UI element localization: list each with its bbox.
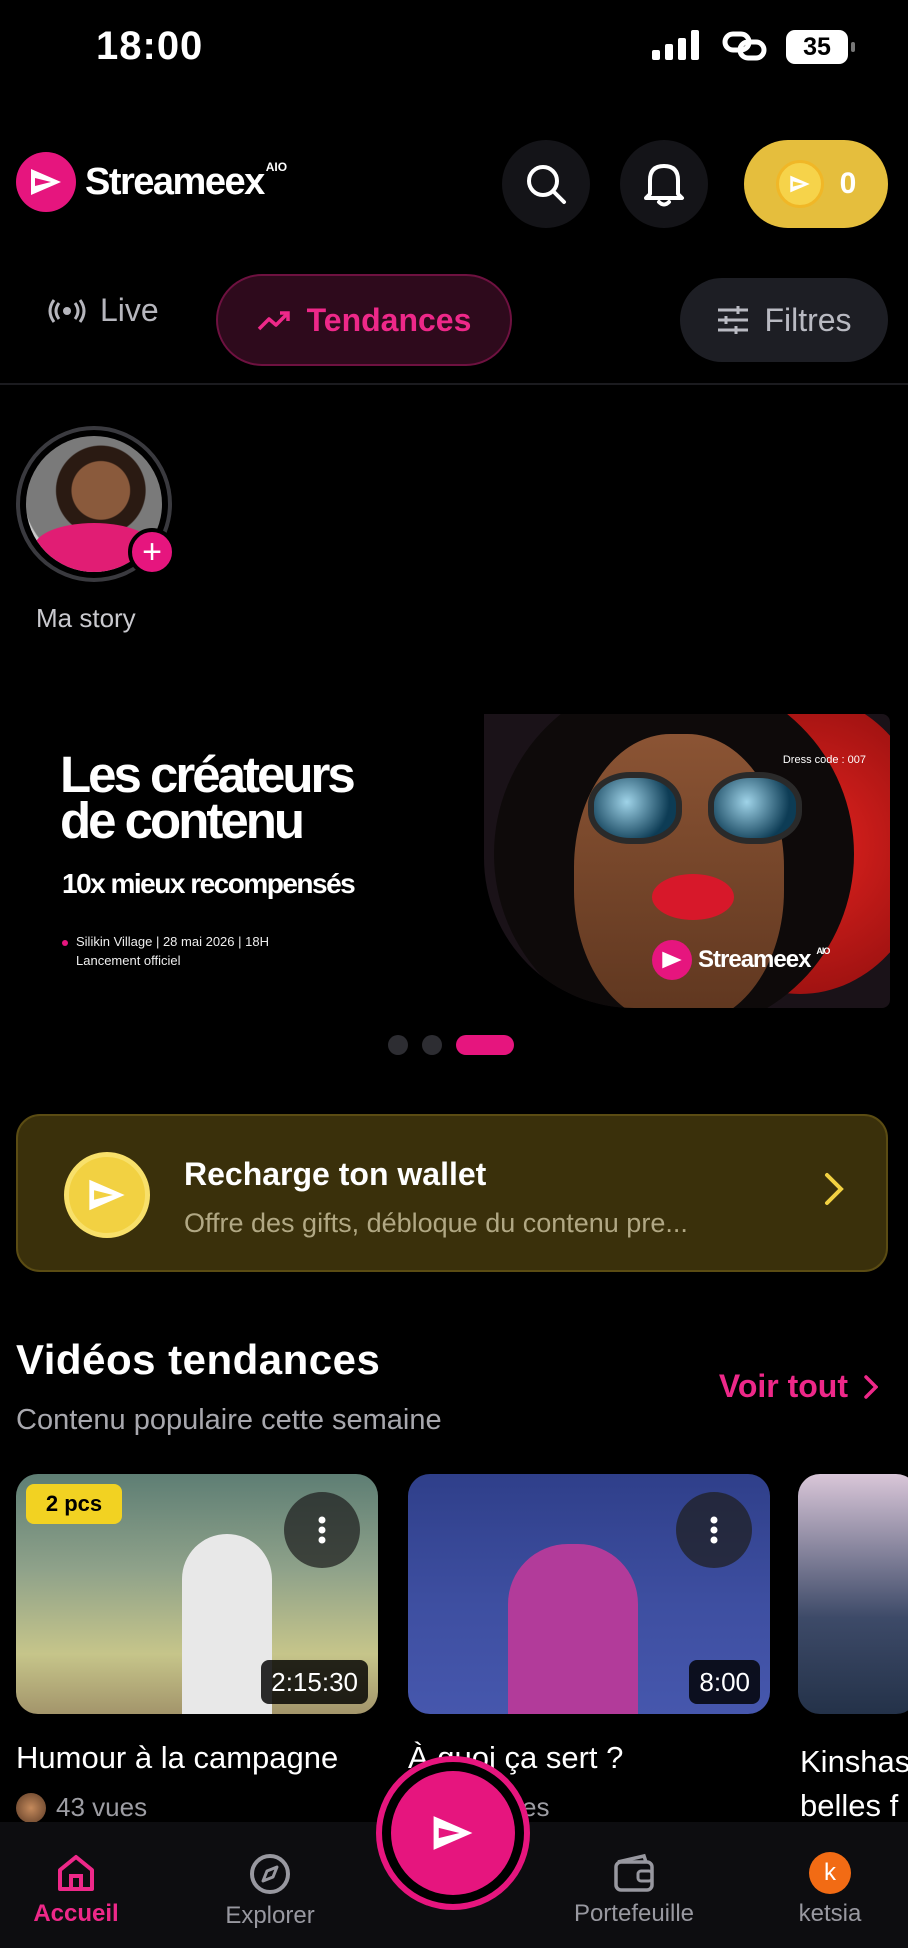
see-all-link[interactable]: Voir tout bbox=[719, 1368, 878, 1405]
signal-icon bbox=[652, 30, 699, 60]
banner-logo: Streameex AIO bbox=[652, 940, 830, 980]
chevron-right-icon bbox=[864, 1374, 878, 1399]
video-duration: 2:15:30 bbox=[261, 1660, 368, 1704]
video-thumbnail[interactable]: 2 pcs 2:15:30 bbox=[16, 1474, 378, 1714]
carousel-dot-active[interactable] bbox=[456, 1035, 514, 1055]
video-thumbnail[interactable]: 8:00 bbox=[408, 1474, 770, 1714]
chevron-right-icon bbox=[824, 1172, 844, 1211]
tab-live-label: Live bbox=[100, 292, 159, 328]
my-story[interactable]: + bbox=[16, 426, 176, 582]
notifications-button[interactable] bbox=[620, 140, 708, 228]
kebab-icon bbox=[710, 1516, 718, 1544]
brand-suffix: AIO bbox=[265, 160, 288, 174]
carousel-dot[interactable] bbox=[388, 1035, 408, 1055]
promo-banner[interactable]: Les créateurs de contenu 10x mieux recom… bbox=[16, 712, 890, 1012]
tabs-divider bbox=[0, 383, 908, 385]
search-button[interactable] bbox=[502, 140, 590, 228]
creator-avatar bbox=[16, 1792, 46, 1823]
logo-mark-icon bbox=[16, 152, 76, 212]
link-icon bbox=[722, 28, 768, 69]
bell-icon bbox=[644, 164, 684, 207]
video-duration: 8:00 bbox=[689, 1660, 760, 1704]
section-title: Vidéos tendances bbox=[16, 1336, 381, 1383]
status-bar: 18:00 35 bbox=[0, 0, 908, 100]
coin-icon bbox=[775, 160, 824, 208]
story-label: Ma story bbox=[36, 603, 136, 633]
nav-home[interactable]: Accueil bbox=[0, 1852, 156, 1928]
battery-level: 35 bbox=[803, 32, 831, 61]
wallet-subtitle: Offre des gifts, débloque du contenu pre… bbox=[184, 1208, 688, 1238]
wallet-icon bbox=[614, 1853, 654, 1892]
add-story-icon[interactable]: + bbox=[128, 528, 176, 576]
coin-balance-button[interactable]: 0 bbox=[744, 140, 888, 228]
nav-profile[interactable]: k ketsia bbox=[750, 1852, 908, 1928]
video-title[interactable]: Humour à la campagne bbox=[16, 1740, 386, 1776]
create-button[interactable] bbox=[376, 1756, 530, 1910]
tab-trending[interactable]: Tendances bbox=[216, 274, 512, 366]
search-icon bbox=[527, 165, 566, 204]
more-options-button[interactable] bbox=[284, 1492, 360, 1568]
carousel-dot[interactable] bbox=[422, 1035, 442, 1055]
banner-title: Les créateurs de contenu bbox=[60, 746, 356, 849]
dress-code: Dress code : 007 bbox=[782, 754, 866, 766]
filters-button[interactable]: Filtres bbox=[680, 278, 888, 362]
coin-count: 0 bbox=[839, 167, 857, 200]
trending-icon bbox=[257, 311, 290, 331]
profile-avatar: k bbox=[809, 1852, 851, 1894]
video-title[interactable]: Kinshas belles f bbox=[800, 1740, 908, 1828]
nav-wallet[interactable]: Portefeuille bbox=[554, 1852, 714, 1928]
create-icon bbox=[391, 1771, 515, 1895]
section-subtitle: Contenu populaire cette semaine bbox=[16, 1404, 442, 1436]
banner-subtitle: 10x mieux recompensés bbox=[62, 868, 356, 899]
battery-icon: 35 bbox=[786, 30, 855, 64]
wallet-title: Recharge ton wallet bbox=[184, 1156, 487, 1192]
app-header: Streameex AIO 0 bbox=[0, 140, 908, 230]
broadcast-icon bbox=[48, 298, 86, 323]
carousel-indicator bbox=[388, 1035, 514, 1055]
video-views: 43 vues bbox=[16, 1792, 147, 1823]
compass-icon bbox=[250, 1854, 290, 1894]
nav-explore[interactable]: Explorer bbox=[190, 1852, 350, 1930]
feed-tabs: Live Tendances Filtres bbox=[0, 272, 908, 368]
pieces-badge: 2 pcs bbox=[26, 1484, 122, 1524]
recharge-wallet-card[interactable]: Recharge ton wallet Offre des gifts, déb… bbox=[16, 1114, 888, 1272]
banner-info: Silikin Village | 28 mai 2026 | 18H Lanc… bbox=[62, 932, 269, 970]
brand-name: Streameex bbox=[85, 160, 265, 203]
banner-image: Dress code : 007 Streameex AIO bbox=[484, 714, 890, 1008]
sliders-icon bbox=[718, 306, 749, 334]
tab-live[interactable]: Live bbox=[48, 292, 159, 329]
brand-logo[interactable]: Streameex AIO bbox=[16, 152, 287, 212]
status-time: 18:00 bbox=[96, 24, 204, 68]
tab-trending-label: Tendances bbox=[306, 301, 472, 338]
video-thumbnail[interactable] bbox=[798, 1474, 908, 1714]
more-options-button[interactable] bbox=[676, 1492, 752, 1568]
filters-label: Filtres bbox=[764, 301, 852, 338]
kebab-icon bbox=[318, 1516, 326, 1544]
home-icon bbox=[58, 1855, 94, 1891]
coin-icon bbox=[64, 1152, 150, 1238]
